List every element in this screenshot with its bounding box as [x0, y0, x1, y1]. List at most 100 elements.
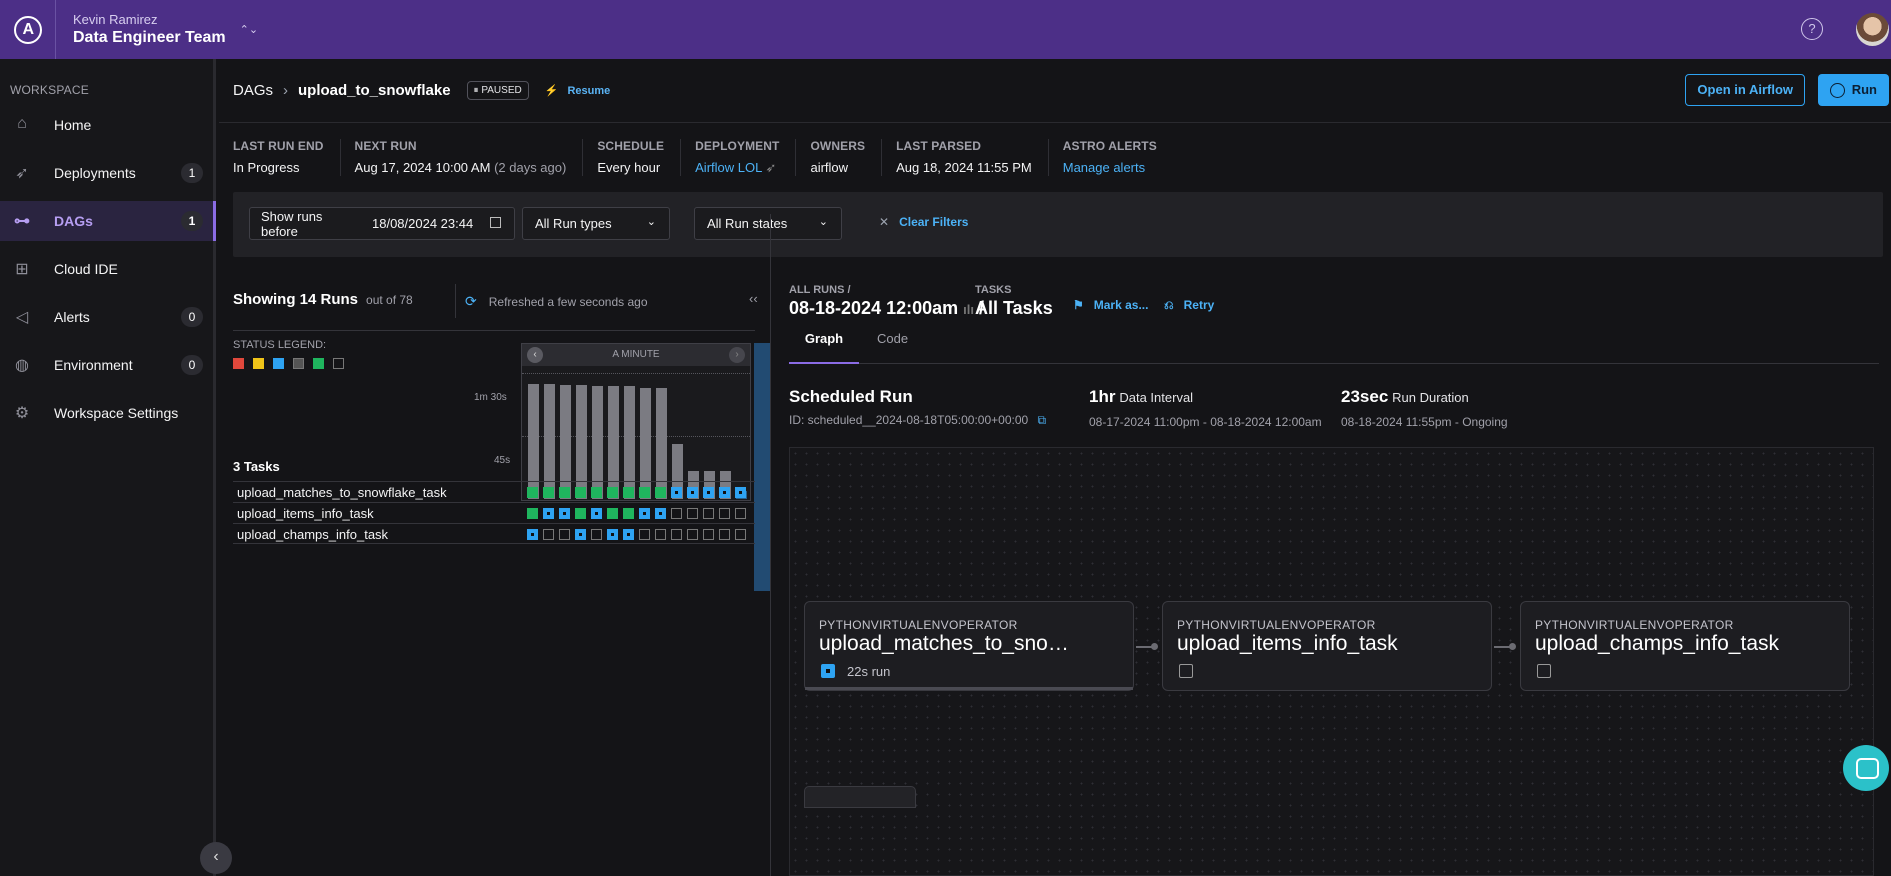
clear-filters-button[interactable]: ✕ Clear Filters — [879, 215, 968, 229]
task-instance-status[interactable] — [575, 508, 586, 519]
task-instance-status[interactable] — [575, 529, 586, 540]
graph-minimap[interactable] — [804, 786, 916, 808]
task-instance-status[interactable] — [527, 508, 538, 519]
task-instance-status[interactable] — [671, 529, 682, 540]
task-instance-status[interactable] — [623, 508, 634, 519]
chevron-updown-icon[interactable]: ⌃⌄ — [240, 23, 258, 36]
sidebar-item-environment[interactable]: ◍ Environment 0 — [0, 345, 213, 385]
task-instance-status[interactable] — [703, 508, 714, 519]
meta-value: Every hour — [597, 160, 661, 175]
graph-node[interactable]: PYTHONVIRTUALENVOPERATOR upload_champs_i… — [1520, 601, 1850, 691]
retry-icon: ⎌ — [1164, 298, 1174, 312]
sidebar-item-dags[interactable]: ⊶ DAGs 1 — [0, 201, 216, 241]
legend-running — [273, 358, 284, 369]
sidebar-item-home[interactable]: ⌂ Home — [0, 105, 213, 145]
open-in-airflow-button[interactable]: Open in Airflow — [1685, 74, 1805, 106]
graph-node[interactable]: PYTHONVIRTUALENVOPERATOR upload_matches_… — [804, 601, 1134, 691]
refresh-status[interactable]: Refreshed a few seconds ago — [465, 293, 648, 310]
task-run-label: 22s run — [847, 664, 891, 679]
copy-icon[interactable]: ⧉ — [1038, 413, 1047, 427]
meta-key: DEPLOYMENT — [695, 139, 780, 153]
deployment-link[interactable]: Airflow LOL ➶ — [695, 160, 779, 176]
task-instance-status[interactable] — [655, 529, 666, 540]
task-instance-status[interactable] — [639, 487, 650, 498]
task-instance-status[interactable] — [655, 508, 666, 519]
task-instance-status[interactable] — [719, 529, 730, 540]
rocket-icon: ➶ — [765, 160, 777, 175]
mark-as-button[interactable]: ⚑ Mark as... — [1073, 298, 1148, 312]
workspace-switcher[interactable]: Kevin Ramirez Data Engineer Team — [73, 12, 226, 47]
task-instance-status[interactable] — [607, 508, 618, 519]
task-row[interactable]: upload_items_info_task — [233, 502, 755, 523]
tab-graph[interactable]: Graph — [789, 327, 859, 364]
task-instance-status[interactable] — [719, 487, 730, 498]
task-instance-status[interactable] — [639, 529, 650, 540]
task-instance-status[interactable] — [559, 508, 570, 519]
task-instance-status[interactable] — [623, 487, 634, 498]
run-button[interactable]: Run — [1818, 74, 1889, 106]
dag-icon: ⊶ — [14, 213, 30, 230]
no-status-icon — [1179, 664, 1193, 678]
task-instance-status[interactable] — [543, 508, 554, 519]
task-instance-status[interactable] — [687, 529, 698, 540]
manage-alerts-link[interactable]: Manage alerts — [1063, 160, 1157, 175]
collapse-panel-icon[interactable]: ‹‹ — [749, 291, 758, 306]
meta-key: NEXT RUN — [354, 139, 417, 153]
task-instance-status[interactable] — [639, 508, 650, 519]
astro-logo[interactable]: A — [0, 0, 56, 59]
task-instance-status[interactable] — [591, 529, 602, 540]
sidebar-item-cloud-ide[interactable]: ⊞ Cloud IDE — [0, 249, 213, 289]
selected-run-column[interactable] — [754, 343, 771, 591]
divider — [219, 122, 1891, 123]
chevron-left-icon[interactable]: ‹ — [527, 347, 543, 363]
all-runs-link[interactable]: ALL RUNS / — [789, 284, 984, 296]
task-instance-status[interactable] — [527, 529, 538, 540]
task-instance-status[interactable] — [703, 529, 714, 540]
meta-key: SCHEDULE — [597, 139, 665, 153]
breadcrumb-dags[interactable]: DAGs — [233, 82, 273, 99]
task-instance-status[interactable] — [655, 487, 666, 498]
retry-button[interactable]: ⎌ Retry — [1164, 298, 1214, 313]
sidebar-item-deployments[interactable]: ➶ Deployments 1 — [0, 153, 213, 193]
task-row[interactable]: upload_matches_to_snowflake_task — [233, 481, 755, 502]
task-instance-status[interactable] — [591, 487, 602, 498]
task-instance-status[interactable] — [575, 487, 586, 498]
sidebar-item-workspace-settings[interactable]: ⚙ Workspace Settings — [0, 393, 213, 433]
chat-support-button[interactable] — [1843, 745, 1889, 791]
task-instance-status[interactable] — [559, 529, 570, 540]
run-type-title: Scheduled Run — [789, 387, 913, 406]
task-instance-status[interactable] — [543, 487, 554, 498]
task-instance-status[interactable] — [735, 529, 746, 540]
task-row[interactable]: upload_champs_info_task — [233, 523, 755, 544]
task-instance-status[interactable] — [735, 508, 746, 519]
task-instance-status[interactable] — [527, 487, 538, 498]
task-instance-status[interactable] — [719, 508, 730, 519]
run-state-select[interactable]: All Run states ⌄ — [694, 207, 842, 240]
run-type-select[interactable]: All Run types ⌄ — [522, 207, 670, 240]
task-instance-status[interactable] — [607, 529, 618, 540]
date-filter-input[interactable]: Show runs before 18/08/2024 23:44 — [249, 207, 515, 240]
divider — [455, 284, 456, 318]
tasks-value[interactable]: All Tasks — [975, 298, 1053, 319]
resume-button[interactable]: ⚡ Resume — [545, 84, 611, 97]
tab-code[interactable]: Code — [877, 327, 908, 364]
dag-graph-canvas[interactable]: PYTHONVIRTUALENVOPERATOR upload_matches_… — [789, 447, 1874, 876]
sidebar-item-alerts[interactable]: ◁ Alerts 0 — [0, 297, 213, 337]
task-instance-status[interactable] — [703, 487, 714, 498]
task-instance-status[interactable] — [591, 508, 602, 519]
chevron-right-icon[interactable]: › — [729, 347, 745, 363]
task-instance-status[interactable] — [671, 508, 682, 519]
calendar-icon[interactable] — [490, 217, 501, 228]
task-instance-status[interactable] — [687, 487, 698, 498]
task-instance-status[interactable] — [607, 487, 618, 498]
avatar[interactable] — [1856, 13, 1889, 46]
task-instance-status[interactable] — [623, 529, 634, 540]
task-instance-status[interactable] — [735, 487, 746, 498]
task-instance-status[interactable] — [671, 487, 682, 498]
task-instance-status[interactable] — [559, 487, 570, 498]
graph-node[interactable]: PYTHONVIRTUALENVOPERATOR upload_items_in… — [1162, 601, 1492, 691]
task-instance-status[interactable] — [687, 508, 698, 519]
help-icon[interactable]: ? — [1801, 18, 1823, 40]
operator-type: PYTHONVIRTUALENVOPERATOR — [1535, 618, 1734, 632]
task-instance-status[interactable] — [543, 529, 554, 540]
